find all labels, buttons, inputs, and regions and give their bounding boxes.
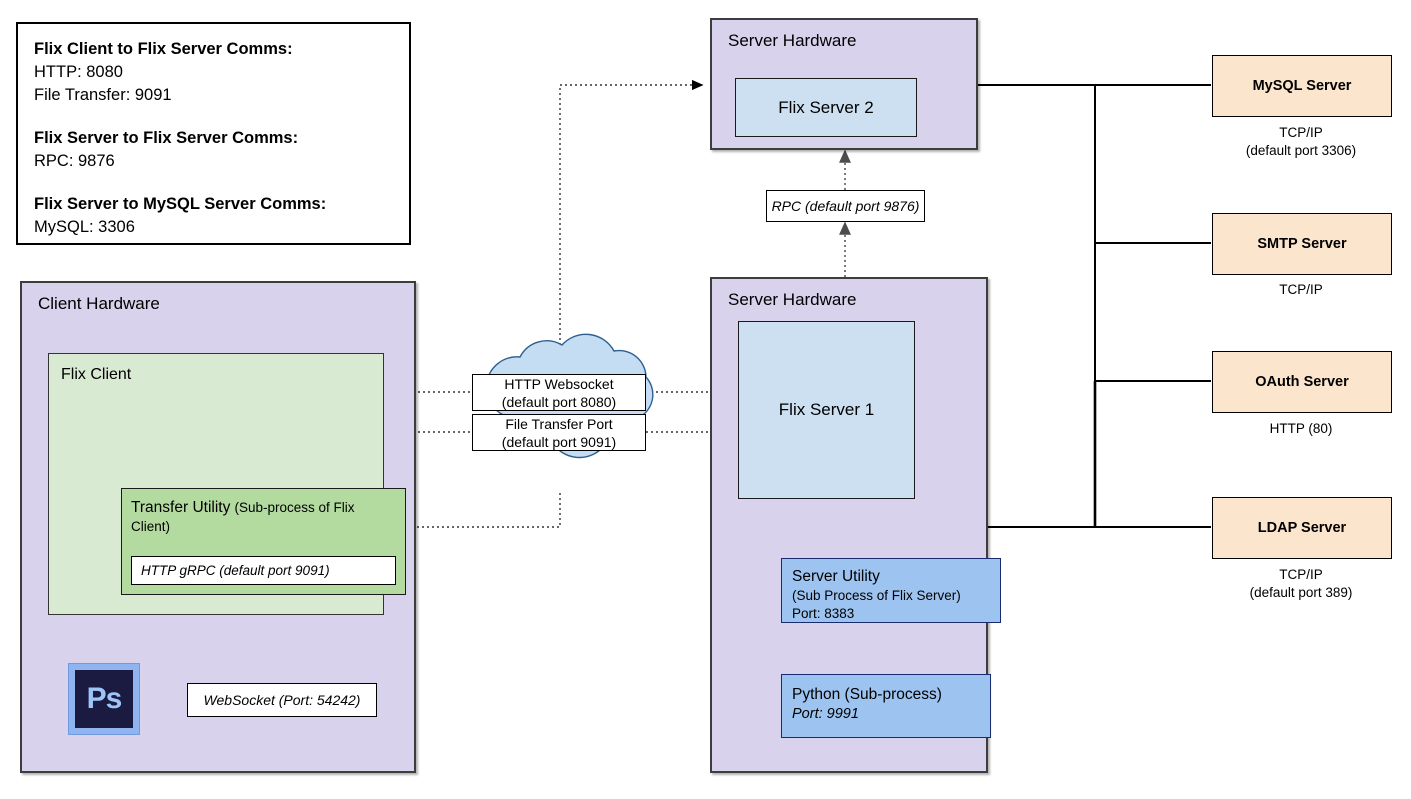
legend-spacer [34, 111, 393, 127]
external-server-bus [978, 84, 1211, 528]
ldap-server-box: LDAP Server [1212, 497, 1392, 559]
file-transfer-label: File Transfer Port (default port 9091) [472, 414, 646, 451]
oauth-caption-line1: HTTP (80) [1269, 421, 1333, 436]
server-hardware-top-title: Server Hardware [728, 31, 857, 50]
legend-heading: Flix Server to MySQL Server Comms: [34, 195, 327, 213]
legend-line: HTTP: 8080 [34, 63, 123, 81]
diagram-canvas: Flix Client to Flix Server Comms: HTTP: … [0, 0, 1411, 799]
python-title: Python (Sub-process) [792, 686, 942, 703]
mysql-caption-line1: TCP/IP [1279, 125, 1323, 140]
websocket-port-label: WebSocket (Port: 54242) [187, 683, 377, 717]
transfer-utility-heading: Transfer Utility (Sub-process of Flix Cl… [131, 498, 396, 536]
transfer-utility-title: Transfer Utility [131, 499, 231, 516]
mysql-server-box: MySQL Server [1212, 55, 1392, 117]
legend-line: MySQL: 3306 [34, 218, 135, 236]
flix-server-2-box: Flix Server 2 [735, 78, 917, 137]
http-websocket-line1: HTTP Websocket [504, 375, 614, 392]
cloud-to-server2-link [559, 79, 704, 420]
photoshop-icon: Ps [68, 663, 140, 735]
mysql-caption-line2: (default port 3306) [1245, 143, 1357, 158]
legend-heading: Flix Server to Flix Server Comms: [34, 129, 299, 147]
legend-group-server-to-server: Flix Server to Flix Server Comms: RPC: 9… [34, 127, 393, 173]
server-hardware-main-title: Server Hardware [728, 290, 857, 309]
flix-client-title: Flix Client [61, 366, 132, 383]
ports-legend: Flix Client to Flix Server Comms: HTTP: … [16, 22, 411, 245]
oauth-server-box: OAuth Server [1212, 351, 1392, 413]
server-hardware-main-container: Server Hardware Flix Server 1 Server Uti… [710, 277, 1001, 773]
python-subprocess-box: Python (Sub-process) Port: 9991 [781, 674, 991, 738]
ldap-caption-line2: (default port 389) [1249, 585, 1353, 600]
ldap-server-caption: TCP/IP (default port 389) [1212, 566, 1390, 602]
rpc-port-label: RPC (default port 9876) [766, 190, 925, 222]
server-utility-port: Port: 8383 [792, 606, 855, 621]
flix-client-box: Flix Client Transfer Utility (Sub-proces… [48, 353, 406, 615]
photoshop-icon-glyph: Ps [75, 670, 133, 728]
transfer-utility-box: Transfer Utility (Sub-process of Flix Cl… [121, 488, 406, 595]
server-utility-title: Server Utility [792, 568, 880, 585]
smtp-server-caption: TCP/IP [1212, 281, 1390, 299]
legend-group-client-to-server: Flix Client to Flix Server Comms: HTTP: … [34, 38, 393, 107]
server-utility-subtitle: (Sub Process of Flix Server) [792, 588, 961, 603]
file-transfer-line1: File Transfer Port [505, 415, 613, 432]
flix-server-1-box: Flix Server 1 [738, 321, 915, 499]
legend-spacer [34, 177, 393, 193]
file-transfer-line2: (default port 9091) [501, 433, 617, 450]
legend-line: File Transfer: 9091 [34, 86, 172, 104]
server-utility-box: Server Utility (Sub Process of Flix Serv… [781, 558, 1001, 623]
transfer-utility-port-label: HTTP gRPC (default port 9091) [131, 556, 396, 585]
python-port: Port: 9991 [792, 706, 859, 722]
server-hardware-top-container: Server Hardware Flix Server 2 [710, 18, 978, 150]
http-websocket-line2: (default port 8080) [501, 393, 617, 410]
mysql-server-caption: TCP/IP (default port 3306) [1212, 124, 1390, 160]
ldap-caption-line1: TCP/IP [1279, 567, 1323, 582]
smtp-caption-line1: TCP/IP [1279, 282, 1323, 297]
smtp-server-box: SMTP Server [1212, 213, 1392, 275]
http-websocket-label: HTTP Websocket (default port 8080) [472, 374, 646, 411]
legend-heading: Flix Client to Flix Server Comms: [34, 40, 293, 58]
client-hardware-title: Client Hardware [38, 294, 160, 313]
oauth-server-caption: HTTP (80) [1212, 420, 1390, 438]
legend-group-server-to-mysql: Flix Server to MySQL Server Comms: MySQL… [34, 193, 393, 239]
legend-line: RPC: 9876 [34, 152, 115, 170]
